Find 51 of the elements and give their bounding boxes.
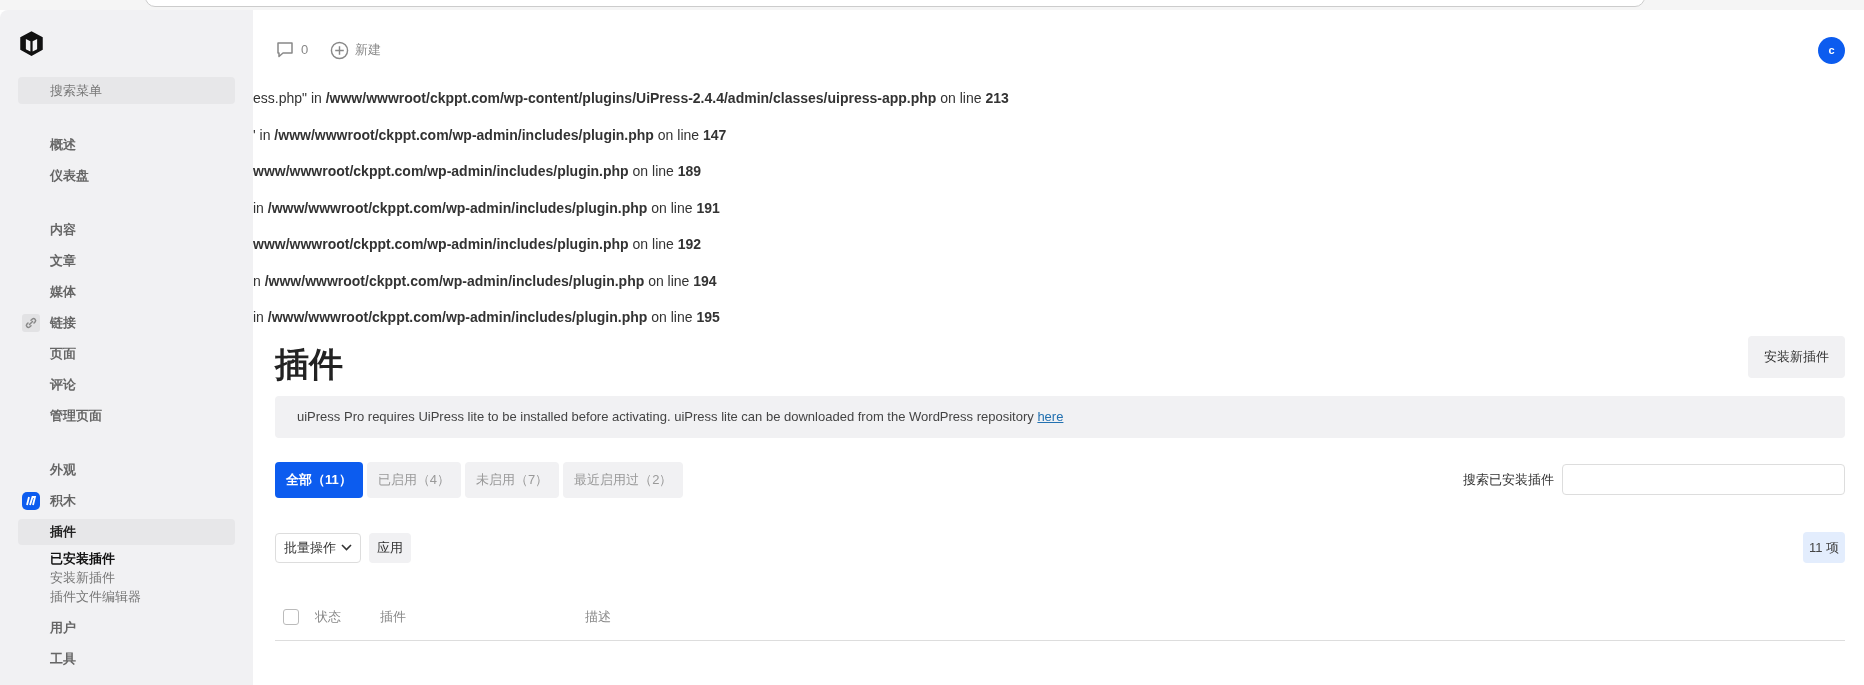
comment-count: 0: [301, 41, 309, 60]
filter-tab[interactable]: 已启用（4）: [366, 461, 461, 498]
menu-item[interactable]: 媒体: [18, 279, 235, 305]
user-avatar[interactable]: c: [1818, 36, 1845, 64]
error-message: in /www/wwwroot/ckppt.com/wp-admin/includes/plugin.php on line 191: [253, 198, 721, 218]
page-title: 插件: [275, 343, 343, 385]
filter-tab[interactable]: 未启用（7）: [465, 461, 560, 498]
submenu-item[interactable]: 插件文件编辑器: [50, 588, 235, 607]
error-message: www/wwwroot/ckppt.com/wp-admin/includes/plugin.php on line 189: [253, 162, 703, 181]
apply-button[interactable]: 应用: [369, 532, 411, 563]
error-message: in /www/wwwroot/ckppt.com/wp-admin/includes/plugin.php on line 195: [253, 308, 721, 327]
menu-item[interactable]: 外观: [18, 457, 235, 483]
menu-item[interactable]: 用户: [18, 615, 235, 641]
add-icon[interactable]: [330, 40, 350, 60]
item-count: 11 项: [1802, 531, 1845, 564]
menu-item[interactable]: 管理页面: [18, 403, 235, 429]
submenu-item[interactable]: 已安装插件: [50, 550, 235, 569]
notice-link[interactable]: here: [1037, 409, 1064, 425]
menu-item[interactable]: 积木: [18, 488, 235, 514]
error-message: n /www/wwwroot/ckppt.com/wp-admin/includes/plugin.php on line 194: [253, 271, 718, 291]
column-header: 状态: [315, 608, 342, 627]
menu-item[interactable]: 工具: [18, 646, 235, 672]
notice-message: uiPress Pro requires UiPress lite to be installed before activating. uiPress lite can be downloaded from the WordPress repository here: [275, 396, 1845, 438]
new-link[interactable]: 新建: [355, 40, 382, 60]
filter-tab[interactable]: 全部（11）: [275, 461, 363, 498]
menu-item[interactable]: 页面: [18, 341, 235, 367]
column-header: 插件: [380, 608, 407, 627]
search-field[interactable]: 搜索菜单: [18, 77, 235, 104]
link-icon: [22, 314, 40, 332]
column-header: 描述: [585, 608, 612, 627]
submenu-item[interactable]: 安装新插件: [50, 569, 235, 588]
menu-item[interactable]: 仪表盘: [18, 163, 235, 189]
menu-item[interactable]: 插件: [18, 519, 235, 545]
menu-item[interactable]: 评论: [18, 372, 235, 398]
select-all-checkbox[interactable]: [283, 608, 299, 625]
menu-item[interactable]: 链接: [18, 310, 235, 336]
filter-tab[interactable]: 最近启用过（2）: [563, 461, 684, 498]
comment-icon[interactable]: [275, 40, 295, 60]
search-field[interactable]: [1562, 464, 1845, 496]
menu-item[interactable]: 概述: [18, 132, 235, 158]
add-plugin-button[interactable]: 安装新插件: [1748, 335, 1845, 378]
menu-item[interactable]: 内容: [18, 217, 235, 243]
error-message: ess.php" in /www/wwwroot/ckppt.com/wp-content/plugins/UiPress-2.4.4/admin/classes/uipress-app.php on line 213: [253, 89, 1010, 108]
logo-icon[interactable]: [18, 30, 45, 57]
bulk-action-select[interactable]: 批量操作: [275, 532, 361, 563]
app-icon: [22, 492, 40, 510]
chevron-down-icon: [341, 544, 352, 552]
error-message: www/wwwroot/ckppt.com/wp-admin/includes/plugin.php on line 192: [253, 235, 703, 254]
search-label: 搜索已安装插件: [1463, 471, 1554, 490]
menu-item[interactable]: 文章: [18, 248, 235, 274]
error-message: ' in /www/wwwroot/ckppt.com/wp-admin/includes/plugin.php on line 147: [253, 125, 728, 145]
